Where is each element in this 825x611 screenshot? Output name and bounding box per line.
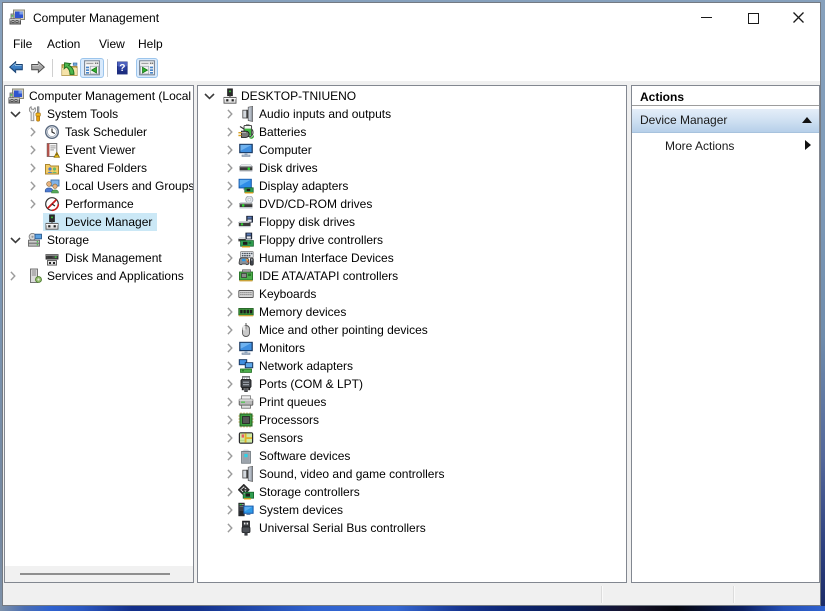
- svg-text:?: ?: [119, 63, 125, 74]
